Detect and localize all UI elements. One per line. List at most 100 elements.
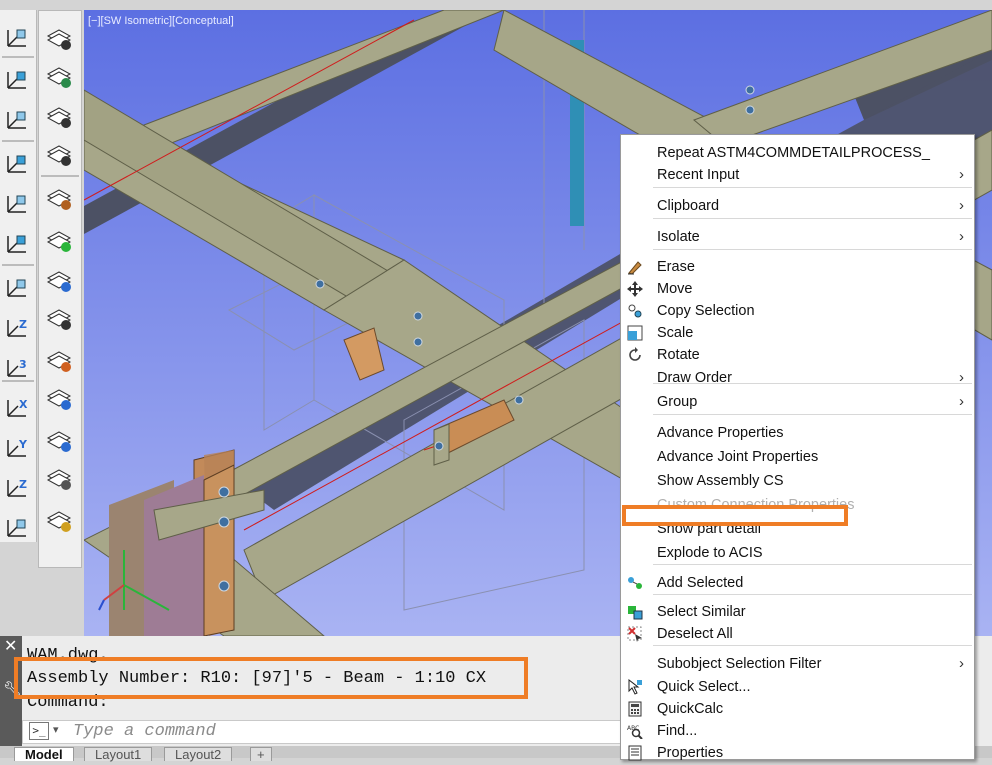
ucs-view-plane-icon[interactable] <box>2 228 32 258</box>
scale-icon <box>627 325 645 341</box>
deselect-all-icon <box>627 626 645 642</box>
menu-item-clipboard[interactable]: Clipboard › <box>621 195 974 217</box>
menu-item-label: Add Selected <box>657 575 744 591</box>
add-layout-tab-button[interactable]: + <box>250 747 272 761</box>
command-input-row: >_ ▾ <box>22 720 624 744</box>
menu-item-label: Explode to ACIS <box>657 545 763 561</box>
layer-lock-icon[interactable] <box>44 463 74 493</box>
menu-item-explode-to-acis[interactable]: Explode to ACIS <box>621 542 974 564</box>
chevron-down-icon[interactable]: ▾ <box>53 723 59 736</box>
menu-item-advance-joint-properties[interactable]: Advance Joint Properties <box>621 446 974 468</box>
move-icon <box>627 281 645 297</box>
ucs-z-axis-icon[interactable]: Z <box>2 312 32 342</box>
layer-previous-icon[interactable] <box>44 101 74 131</box>
ucs-y-rotate-icon[interactable]: Y <box>2 432 32 462</box>
context-menu: Repeat ASTM4COMMDETAILPROCESS_ Recent Inp… <box>620 134 975 761</box>
menu-item-label: Copy Selection <box>657 303 755 319</box>
layer-isolate-icon[interactable] <box>44 265 74 295</box>
menu-item-add-selected[interactable]: Add Selected <box>621 572 974 594</box>
svg-text:3: 3 <box>19 358 27 371</box>
menu-item-subobject-selection-filter[interactable]: Subobject Selection Filter › <box>621 653 974 675</box>
menu-item-draw-order[interactable]: Draw Order › <box>621 367 974 389</box>
menu-item-label: Advance Joint Properties <box>657 449 819 465</box>
rotate-icon <box>627 347 645 363</box>
menu-item-group[interactable]: Group › <box>621 391 974 413</box>
tab-model[interactable]: Model <box>14 747 74 761</box>
ucs-world-icon[interactable] <box>2 22 32 52</box>
menu-item-repeat-astm4commdetailprocess[interactable]: Repeat ASTM4COMMDETAILPROCESS_ <box>621 142 974 164</box>
ucs-3point-icon[interactable]: 3 <box>2 352 32 382</box>
ucs-origin-icon[interactable] <box>2 272 32 302</box>
svg-text:Z: Z <box>19 478 27 491</box>
menu-separator <box>653 249 972 250</box>
menu-item-label: Recent Input <box>657 167 740 183</box>
menu-item-label: Properties <box>657 745 724 761</box>
menu-item-quickcalc[interactable]: QuickCalc <box>621 698 974 720</box>
layer-make-current-icon[interactable] <box>44 225 74 255</box>
viewport-controls-label[interactable]: [−][SW Isometric][Conceptual] <box>88 15 234 27</box>
close-icon[interactable]: ✕ <box>4 636 17 655</box>
menu-item-select-similar[interactable]: Select Similar <box>621 601 974 623</box>
menu-separator <box>653 594 972 595</box>
add-selected-icon <box>627 575 645 591</box>
menu-item-copy-selection[interactable]: Copy Selection <box>621 300 974 322</box>
menu-item-move[interactable]: Move <box>621 278 974 300</box>
menu-item-label: Subobject Selection Filter <box>657 656 822 672</box>
layer-list-icon[interactable] <box>44 139 74 169</box>
menu-separator <box>653 218 972 219</box>
tab-layout2[interactable]: Layout2 <box>164 747 233 761</box>
menu-item-label: QuickCalc <box>657 701 724 717</box>
submenu-arrow-icon: › <box>959 228 964 245</box>
find-icon: ABC <box>627 723 645 740</box>
svg-text:Z: Z <box>19 318 27 331</box>
layer-unlock-icon[interactable] <box>44 505 74 535</box>
layer-freeze-icon[interactable] <box>44 383 74 413</box>
ucs-view-icon[interactable] <box>2 64 32 94</box>
menu-item-recent-input[interactable]: Recent Input › <box>621 164 974 186</box>
layer-unisolate-icon[interactable] <box>44 303 74 333</box>
toolbar-separator <box>2 140 34 142</box>
menu-item-quick-select[interactable]: Quick Select... <box>621 676 974 698</box>
menu-item-label: Repeat ASTM4COMMDETAILPROCESS_ <box>657 145 930 161</box>
layer-off-icon[interactable] <box>44 345 74 375</box>
menu-separator <box>653 414 972 415</box>
ucs-previous-icon[interactable] <box>2 104 32 134</box>
menu-item-label: Erase <box>657 259 695 275</box>
ucs-object-icon[interactable] <box>2 188 32 218</box>
menu-item-label: Isolate <box>657 229 700 245</box>
menu-item-label: Move <box>657 281 693 297</box>
menu-item-find[interactable]: ABC Find... <box>621 720 974 742</box>
menu-item-deselect-all[interactable]: Deselect All <box>621 623 974 645</box>
menu-item-properties[interactable]: Properties <box>621 742 974 764</box>
submenu-arrow-icon: › <box>959 166 964 183</box>
ucs-face-icon[interactable] <box>2 148 32 178</box>
ucs-z-rotate-icon[interactable]: Z <box>2 472 32 502</box>
menu-item-label: Scale <box>657 325 694 341</box>
copy-icon <box>627 303 645 319</box>
command-prompt-icon[interactable]: >_ <box>29 722 49 740</box>
submenu-arrow-icon: › <box>959 369 964 386</box>
menu-item-erase[interactable]: Erase <box>621 256 974 278</box>
svg-text:Y: Y <box>18 438 28 451</box>
command-input[interactable] <box>73 721 613 741</box>
highlight-box-menu-item <box>622 505 848 526</box>
menu-item-isolate[interactable]: Isolate › <box>621 226 974 248</box>
toolbar-separator <box>2 264 34 266</box>
layers-toolbar <box>38 10 82 568</box>
menu-item-show-assembly-cs[interactable]: Show Assembly CS <box>621 470 974 492</box>
toolbar-separator <box>2 56 34 58</box>
menu-item-rotate[interactable]: Rotate <box>621 344 974 366</box>
quick-select-icon <box>627 678 645 695</box>
menu-item-label: Rotate <box>657 347 700 363</box>
layer-match-icon[interactable] <box>44 183 74 213</box>
layer-states-icon[interactable] <box>44 61 74 91</box>
menu-item-label: Show Assembly CS <box>657 473 784 489</box>
layer-on-icon[interactable] <box>44 425 74 455</box>
menu-item-advance-properties[interactable]: Advance Properties <box>621 422 974 444</box>
menu-item-label: Clipboard <box>657 198 720 214</box>
ucs-x-rotate-icon[interactable]: X <box>2 392 32 422</box>
tab-layout1[interactable]: Layout1 <box>84 747 153 761</box>
layer-properties-icon[interactable] <box>44 23 74 53</box>
menu-item-scale[interactable]: Scale <box>621 322 974 344</box>
ucs-manager-icon[interactable] <box>2 512 32 542</box>
